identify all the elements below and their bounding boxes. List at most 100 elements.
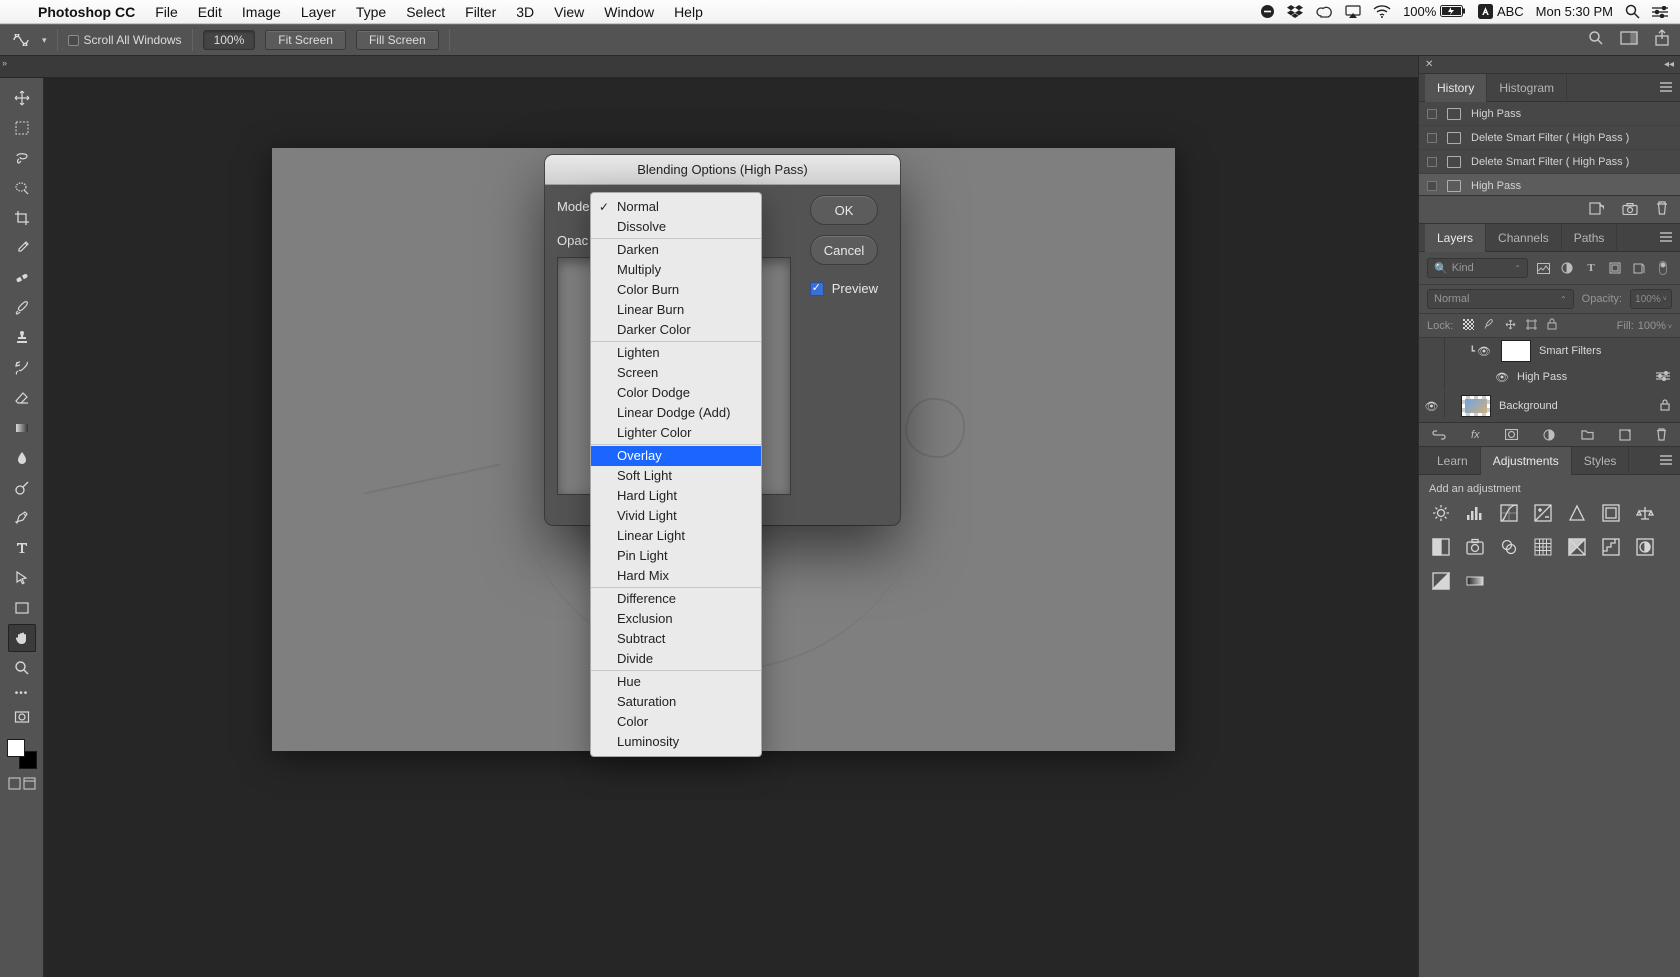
photo-filter-icon[interactable] xyxy=(1465,537,1485,557)
gradient-tool[interactable] xyxy=(8,414,36,442)
opacity-field[interactable]: 100%˅ xyxy=(1630,289,1672,309)
screen-mode-icon[interactable] xyxy=(1620,31,1638,49)
blend-mode-item[interactable]: Soft Light xyxy=(591,466,761,486)
healing-tool[interactable] xyxy=(8,264,36,292)
filter-adjust-icon[interactable] xyxy=(1558,259,1576,277)
edit-toolbar-icon[interactable]: ••• xyxy=(15,688,29,699)
blend-mode-item[interactable]: Linear Burn xyxy=(591,300,761,320)
menu-type[interactable]: Type xyxy=(346,4,396,20)
quick-mask-icon[interactable] xyxy=(8,703,36,731)
tab-history[interactable]: History xyxy=(1425,74,1487,102)
menu-select[interactable]: Select xyxy=(396,4,455,20)
exposure-icon[interactable] xyxy=(1533,503,1553,523)
eyedropper-tool[interactable] xyxy=(8,234,36,262)
lock-icon[interactable] xyxy=(1660,399,1680,414)
screen-mode-toggles[interactable] xyxy=(8,777,36,790)
menu-filter[interactable]: Filter xyxy=(455,4,506,20)
blend-mode-item[interactable]: Linear Light xyxy=(591,526,761,546)
filter-type-icon[interactable]: T xyxy=(1582,259,1600,277)
curves-icon[interactable] xyxy=(1499,503,1519,523)
tab-paths[interactable]: Paths xyxy=(1562,224,1618,252)
move-tool[interactable] xyxy=(8,84,36,112)
filter-toggle-icon[interactable] xyxy=(1654,259,1672,277)
visibility-icon[interactable]: 👁 xyxy=(1475,345,1493,358)
blend-mode-item[interactable]: Saturation xyxy=(591,692,761,712)
blend-mode-item[interactable]: Exclusion xyxy=(591,609,761,629)
hand-tool[interactable] xyxy=(8,624,36,652)
menu-window[interactable]: Window xyxy=(594,4,664,20)
blend-mode-item[interactable]: Subtract xyxy=(591,629,761,649)
checkbox-checked-icon[interactable] xyxy=(810,282,824,296)
app-menu[interactable]: Photoshop CC xyxy=(28,4,145,20)
layer-kind-filter[interactable]: 🔍Kind⌃ xyxy=(1427,258,1528,278)
wifi-icon[interactable] xyxy=(1373,5,1391,18)
color-balance-icon[interactable] xyxy=(1635,503,1655,523)
pen-tool[interactable] xyxy=(8,504,36,532)
panel-menu-icon[interactable] xyxy=(1660,455,1672,465)
lock-transparent-icon[interactable] xyxy=(1463,319,1474,333)
blend-mode-item[interactable]: Lighten xyxy=(591,343,761,363)
scroll-all-windows-checkbox[interactable]: Scroll All Windows xyxy=(68,33,182,47)
brush-tool[interactable] xyxy=(8,294,36,322)
smart-filter-group[interactable]: 👁 ┗ 👁 Smart Filters xyxy=(1419,338,1680,364)
menu-file[interactable]: File xyxy=(145,4,188,20)
layer-thumb[interactable] xyxy=(1461,395,1491,417)
blend-mode-item[interactable]: Luminosity xyxy=(591,732,761,752)
posterize-icon[interactable] xyxy=(1601,537,1621,557)
blend-mode-item[interactable]: Multiply xyxy=(591,260,761,280)
group-icon[interactable] xyxy=(1581,429,1594,440)
quick-select-tool[interactable] xyxy=(8,174,36,202)
blend-mode-item[interactable]: Difference xyxy=(591,589,761,609)
filter-mask-thumb[interactable] xyxy=(1501,340,1531,362)
airplay-icon[interactable] xyxy=(1345,5,1361,18)
channel-mixer-icon[interactable] xyxy=(1499,537,1519,557)
visibility-icon[interactable]: 👁 xyxy=(1493,371,1511,384)
menu-help[interactable]: Help xyxy=(664,4,713,20)
vibrance-icon[interactable] xyxy=(1567,503,1587,523)
control-center-icon[interactable] xyxy=(1652,6,1668,18)
clock[interactable]: Mon 5:30 PM xyxy=(1536,4,1613,19)
zoom-tool[interactable] xyxy=(8,654,36,682)
menu-image[interactable]: Image xyxy=(232,4,291,20)
layer-blend-select[interactable]: Normal⌃ xyxy=(1427,289,1574,309)
fill-screen-button[interactable]: Fill Screen xyxy=(356,30,439,50)
search-icon[interactable] xyxy=(1588,30,1604,50)
filter-shape-icon[interactable] xyxy=(1606,259,1624,277)
blend-mode-item[interactable]: Lighter Color xyxy=(591,423,761,443)
fill-field[interactable]: 100%˅ xyxy=(1638,320,1672,332)
lasso-tool[interactable] xyxy=(8,144,36,172)
blend-mode-item[interactable]: Hue xyxy=(591,672,761,692)
eraser-tool[interactable] xyxy=(8,384,36,412)
history-toggle[interactable] xyxy=(1427,181,1437,191)
lock-all-icon[interactable] xyxy=(1547,318,1557,333)
selective-color-icon[interactable] xyxy=(1431,571,1451,591)
blend-mode-item[interactable]: Color xyxy=(591,712,761,732)
menu-edit[interactable]: Edit xyxy=(188,4,232,20)
new-doc-from-state-icon[interactable] xyxy=(1589,202,1604,218)
tab-layers[interactable]: Layers xyxy=(1425,224,1486,252)
panel-close-strip[interactable]: ✕◂◂ xyxy=(1419,56,1680,74)
blend-mode-item[interactable]: Pin Light xyxy=(591,546,761,566)
blend-mode-item[interactable]: Overlay xyxy=(591,446,761,466)
trash-icon[interactable] xyxy=(1656,428,1667,441)
current-tool-icon[interactable] xyxy=(10,29,32,51)
history-row[interactable]: High Pass xyxy=(1419,102,1680,126)
history-toggle[interactable] xyxy=(1427,133,1437,143)
dodge-tool[interactable] xyxy=(8,474,36,502)
delete-state-icon[interactable] xyxy=(1656,201,1668,218)
spotlight-icon[interactable] xyxy=(1625,4,1640,19)
fx-icon[interactable]: fx xyxy=(1471,429,1480,441)
lock-paint-icon[interactable] xyxy=(1484,319,1495,333)
blend-mode-item[interactable]: Darker Color xyxy=(591,320,761,340)
tool-preset-chevron-icon[interactable]: ▾ xyxy=(42,35,47,46)
blend-mode-item[interactable]: Color Burn xyxy=(591,280,761,300)
ok-button[interactable]: OK xyxy=(810,195,878,225)
cc-icon[interactable] xyxy=(1315,5,1333,18)
lock-position-icon[interactable] xyxy=(1505,319,1516,333)
cancel-button[interactable]: Cancel xyxy=(810,235,878,265)
input-source-icon[interactable]: ABC xyxy=(1478,4,1524,19)
shape-tool[interactable] xyxy=(8,594,36,622)
visibility-icon[interactable]: 👁 xyxy=(1419,393,1445,419)
panel-menu-icon[interactable] xyxy=(1660,232,1672,242)
blend-mode-item[interactable]: Hard Mix xyxy=(591,566,761,586)
